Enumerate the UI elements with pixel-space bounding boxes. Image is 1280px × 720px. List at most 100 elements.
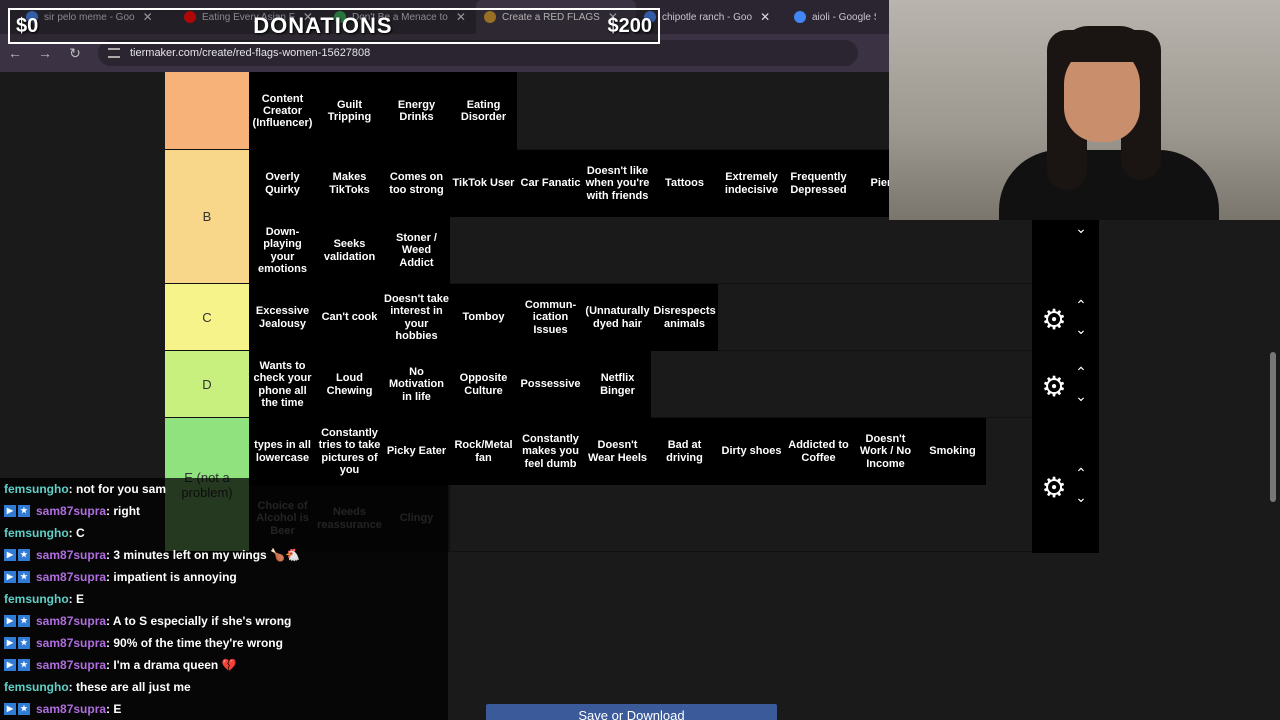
chat-username[interactable]: sam87supra — [36, 658, 106, 672]
tier-item-card[interactable]: Opposite Culture — [450, 351, 517, 418]
save-download-button[interactable]: Save or Download — [486, 704, 777, 720]
tier-item-card[interactable]: Comes on too strong — [383, 150, 450, 217]
chat-username[interactable]: femsungho — [4, 482, 69, 496]
prime-badge-icon: ▶ — [4, 571, 16, 583]
chat-text: : C — [68, 526, 85, 540]
chat-badges: ▶ ★ — [4, 571, 32, 583]
tier-item-card[interactable]: Tattoos — [651, 150, 718, 217]
tier-item-card[interactable]: Seeks validation — [316, 217, 383, 284]
move-down-icon[interactable]: ⌄ — [1074, 221, 1088, 235]
tier-item-card[interactable]: Doesn't Wear Heels — [584, 418, 651, 485]
tier-label[interactable]: C — [165, 284, 249, 350]
tier-item-card[interactable]: Addicted to Coffee — [785, 418, 852, 485]
chat-message: ▶ ★ sam87supra: right — [0, 500, 448, 522]
back-icon[interactable]: ← — [0, 45, 30, 61]
tier-item-card[interactable]: Doesn't like when you're with friends — [584, 150, 651, 217]
tier-item-card[interactable]: Picky Eater — [383, 418, 450, 485]
tier-row-controls: ⌄ — [1032, 213, 1099, 280]
chat-text: : 90% of the time they're wrong — [106, 636, 283, 650]
prime-badge-icon: ▶ — [4, 703, 16, 715]
tier-item-card[interactable]: No Motivation in life — [383, 351, 450, 418]
tab-title: chipotle ranch - Goo — [662, 11, 753, 23]
tier-item-card[interactable]: Extremely indecisive — [718, 150, 785, 217]
tier-row: C Excessive Jealousy Can't cook Doesn't tak… — [165, 284, 1032, 351]
tier-item-card[interactable]: Disrespects animals — [651, 284, 718, 351]
move-down-icon[interactable]: ⌄ — [1074, 389, 1088, 403]
tier-label[interactable]: B — [165, 150, 249, 283]
chat-username[interactable]: femsungho — [4, 592, 69, 606]
tier-item-card[interactable]: types in all lowercase — [249, 418, 316, 485]
tier-item-card[interactable]: Loud Chewing — [316, 351, 383, 418]
chat-text: : E — [106, 702, 122, 716]
chat-text: : I'm a drama queen 💔 — [106, 658, 237, 672]
chat-username[interactable]: sam87supra — [36, 614, 106, 628]
tier-item-card[interactable]: (Unnaturally dyed hair — [584, 284, 651, 351]
site-info-icon[interactable] — [108, 48, 120, 58]
tier-item-card[interactable]: Doesn't take interest in your hobbies — [383, 284, 450, 351]
chat-username[interactable]: femsungho — [4, 680, 69, 694]
tier-item-card[interactable]: Energy Drinks — [383, 72, 450, 150]
prime-badge-icon: ▶ — [4, 659, 16, 671]
chat-badges: ▶ ★ — [4, 637, 32, 649]
tier-item-card[interactable]: Makes TikToks — [316, 150, 383, 217]
move-up-icon[interactable]: ⌃ — [1074, 365, 1088, 379]
sub-badge-icon: ★ — [18, 659, 30, 671]
sub-badge-icon: ★ — [18, 703, 30, 715]
tier-item-card[interactable]: Commun-ication Issues — [517, 284, 584, 351]
tier-item-card[interactable]: Doesn't Work / No Income — [852, 418, 919, 485]
reload-icon[interactable]: ↻ — [60, 45, 90, 62]
tier-item-card[interactable]: Eating Disorder — [450, 72, 517, 150]
page-scrollbar[interactable] — [1270, 352, 1276, 502]
settings-gear-icon[interactable]: ⚙ — [1038, 371, 1070, 403]
forward-icon[interactable]: → — [30, 45, 60, 61]
tier-item-card[interactable]: Dirty shoes — [718, 418, 785, 485]
tier-item-card[interactable]: TikTok User — [450, 150, 517, 217]
tier-item-card[interactable]: Netflix Binger — [584, 351, 651, 418]
tier-item-card[interactable]: Down-playing your emotions — [249, 217, 316, 284]
move-down-icon[interactable]: ⌄ — [1074, 322, 1088, 336]
webcam-shirt — [999, 150, 1219, 220]
sub-badge-icon: ★ — [18, 571, 30, 583]
tier-item-card[interactable]: Guilt Tripping — [316, 72, 383, 150]
tier-item-card[interactable]: Excessive Jealousy — [249, 284, 316, 351]
tier-item-card[interactable]: Tomboy — [450, 284, 517, 351]
chat-username[interactable]: sam87supra — [36, 636, 106, 650]
tier-item-card[interactable]: Constantly tries to take pictures of you — [316, 418, 383, 485]
chat-badges: ▶ ★ — [4, 615, 32, 627]
settings-gear-icon[interactable]: ⚙ — [1038, 472, 1070, 504]
tier-item-card[interactable]: Wants to check your phone all the time — [249, 351, 316, 418]
browser-tab[interactable]: aioli - Google Se✕ — [786, 0, 876, 34]
chat-username[interactable]: femsungho — [4, 526, 69, 540]
tier-item-card[interactable]: Overly Quirky — [249, 150, 316, 217]
tier-item-card[interactable]: Stoner / Weed Addict — [383, 217, 450, 284]
chat-username[interactable]: sam87supra — [36, 702, 106, 716]
chat-username[interactable]: sam87supra — [36, 504, 106, 518]
tier-label[interactable] — [165, 72, 249, 149]
tier-item-card[interactable]: Possessive — [517, 351, 584, 418]
chat-username[interactable]: sam87supra — [36, 570, 106, 584]
tab-close-icon[interactable]: ✕ — [760, 10, 770, 24]
tab-favicon-icon — [794, 11, 806, 23]
move-up-icon[interactable]: ⌃ — [1074, 466, 1088, 480]
prime-badge-icon: ▶ — [4, 505, 16, 517]
chat-message: femsungho: C — [0, 522, 448, 544]
tier-item-card[interactable]: Constantly makes you feel dumb — [517, 418, 584, 485]
settings-gear-icon[interactable]: ⚙ — [1038, 304, 1070, 336]
tier-item-card[interactable]: Bad at driving — [651, 418, 718, 485]
tier-item-card[interactable]: Car Fanatic — [517, 150, 584, 217]
tier-item-card[interactable]: Content Creator (Influencer) — [249, 72, 316, 150]
chat-message: femsungho: E — [0, 588, 448, 610]
tier-item-card[interactable]: Rock/Metal fan — [450, 418, 517, 485]
chat-badges: ▶ ★ — [4, 703, 32, 715]
move-down-icon[interactable]: ⌄ — [1074, 490, 1088, 504]
tier-label[interactable]: D — [165, 351, 249, 417]
move-up-icon[interactable]: ⌃ — [1074, 298, 1088, 312]
prime-badge-icon: ▶ — [4, 637, 16, 649]
sub-badge-icon: ★ — [18, 637, 30, 649]
tier-item-card[interactable]: Can't cook — [316, 284, 383, 351]
tier-item-card[interactable]: Frequently Depressed — [785, 150, 852, 217]
chat-text: : E — [68, 592, 85, 606]
chat-username[interactable]: sam87supra — [36, 548, 106, 562]
tier-item-card[interactable]: Smoking — [919, 418, 986, 485]
webcam-feed — [889, 0, 1280, 220]
